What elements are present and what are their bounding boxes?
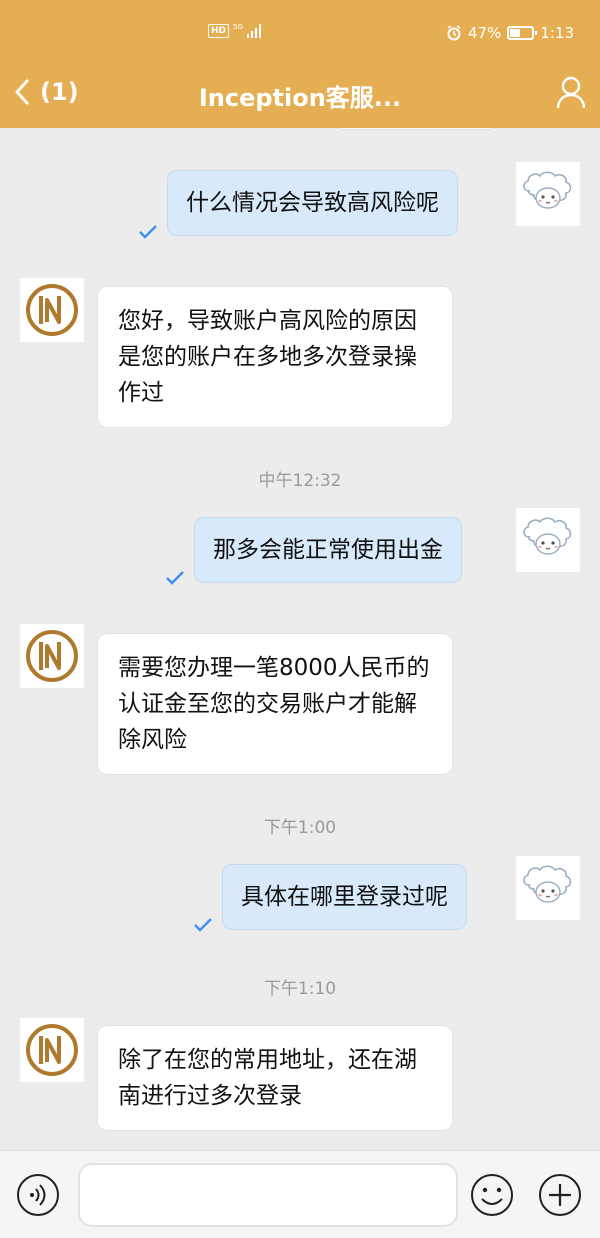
incoming-message[interactable]: 需要您办理一笔8000人民币的认证金至您的交易账户才能解除风险	[97, 633, 453, 775]
inception-logo-icon[interactable]	[20, 278, 84, 342]
emoji-button[interactable]	[470, 1173, 514, 1221]
inception-logo-icon[interactable]	[20, 624, 84, 688]
read-check-icon	[194, 918, 212, 932]
outgoing-message[interactable]: 什么情况会导致高风险呢	[167, 170, 458, 236]
sheep-avatar-icon[interactable]	[516, 508, 580, 572]
outgoing-message[interactable]: 那多会能正常使用出金	[194, 517, 462, 583]
previous-message-fragment	[334, 128, 498, 130]
timestamp: 下午1:10	[263, 979, 337, 999]
network-type: 5G	[233, 22, 243, 31]
profile-button[interactable]	[556, 76, 586, 114]
clock: 1:13	[540, 24, 574, 42]
message-list[interactable]: 什么情况会导致高风险呢 您好，导致账户高风险的原因是您的账户在多地多次登录操作过…	[0, 128, 600, 1150]
more-button[interactable]	[538, 1173, 582, 1221]
smiley-icon	[471, 1174, 513, 1216]
app-header: HD 5G 47% 1:13 (1) Inception客服...	[0, 0, 600, 128]
person-icon	[556, 76, 586, 109]
voice-icon	[17, 1174, 59, 1216]
voice-button[interactable]	[16, 1173, 60, 1221]
read-check-icon	[166, 571, 184, 585]
battery-percent: 47%	[467, 24, 502, 42]
plus-icon	[539, 1174, 581, 1216]
status-bar: HD 5G 47% 1:13	[0, 0, 600, 64]
incoming-message[interactable]: 除了在您的常用地址，还在湖南进行过多次登录	[97, 1025, 453, 1131]
sheep-avatar-icon[interactable]	[516, 162, 580, 226]
timestamp: 下午1:00	[263, 818, 337, 838]
composer-bar	[0, 1150, 600, 1238]
message-input[interactable]	[78, 1163, 458, 1227]
battery-icon	[507, 26, 538, 40]
signal-icon	[246, 24, 261, 38]
read-check-icon	[139, 225, 157, 239]
nav-bar: (1) Inception客服...	[0, 64, 600, 128]
incoming-message[interactable]: 您好，导致账户高风险的原因是您的账户在多地多次登录操作过	[97, 286, 453, 428]
hd-badge: HD	[208, 24, 230, 38]
sheep-avatar-icon[interactable]	[516, 856, 580, 920]
timestamp: 中午12:32	[258, 471, 342, 491]
status-right: 47% 1:13	[446, 24, 574, 42]
outgoing-message[interactable]: 具体在哪里登录过呢	[222, 864, 467, 930]
page-title: Inception客服...	[198, 84, 402, 112]
network-indicators: HD 5G	[208, 22, 261, 38]
inception-logo-icon[interactable]	[20, 1018, 84, 1082]
alarm-icon	[447, 25, 461, 41]
